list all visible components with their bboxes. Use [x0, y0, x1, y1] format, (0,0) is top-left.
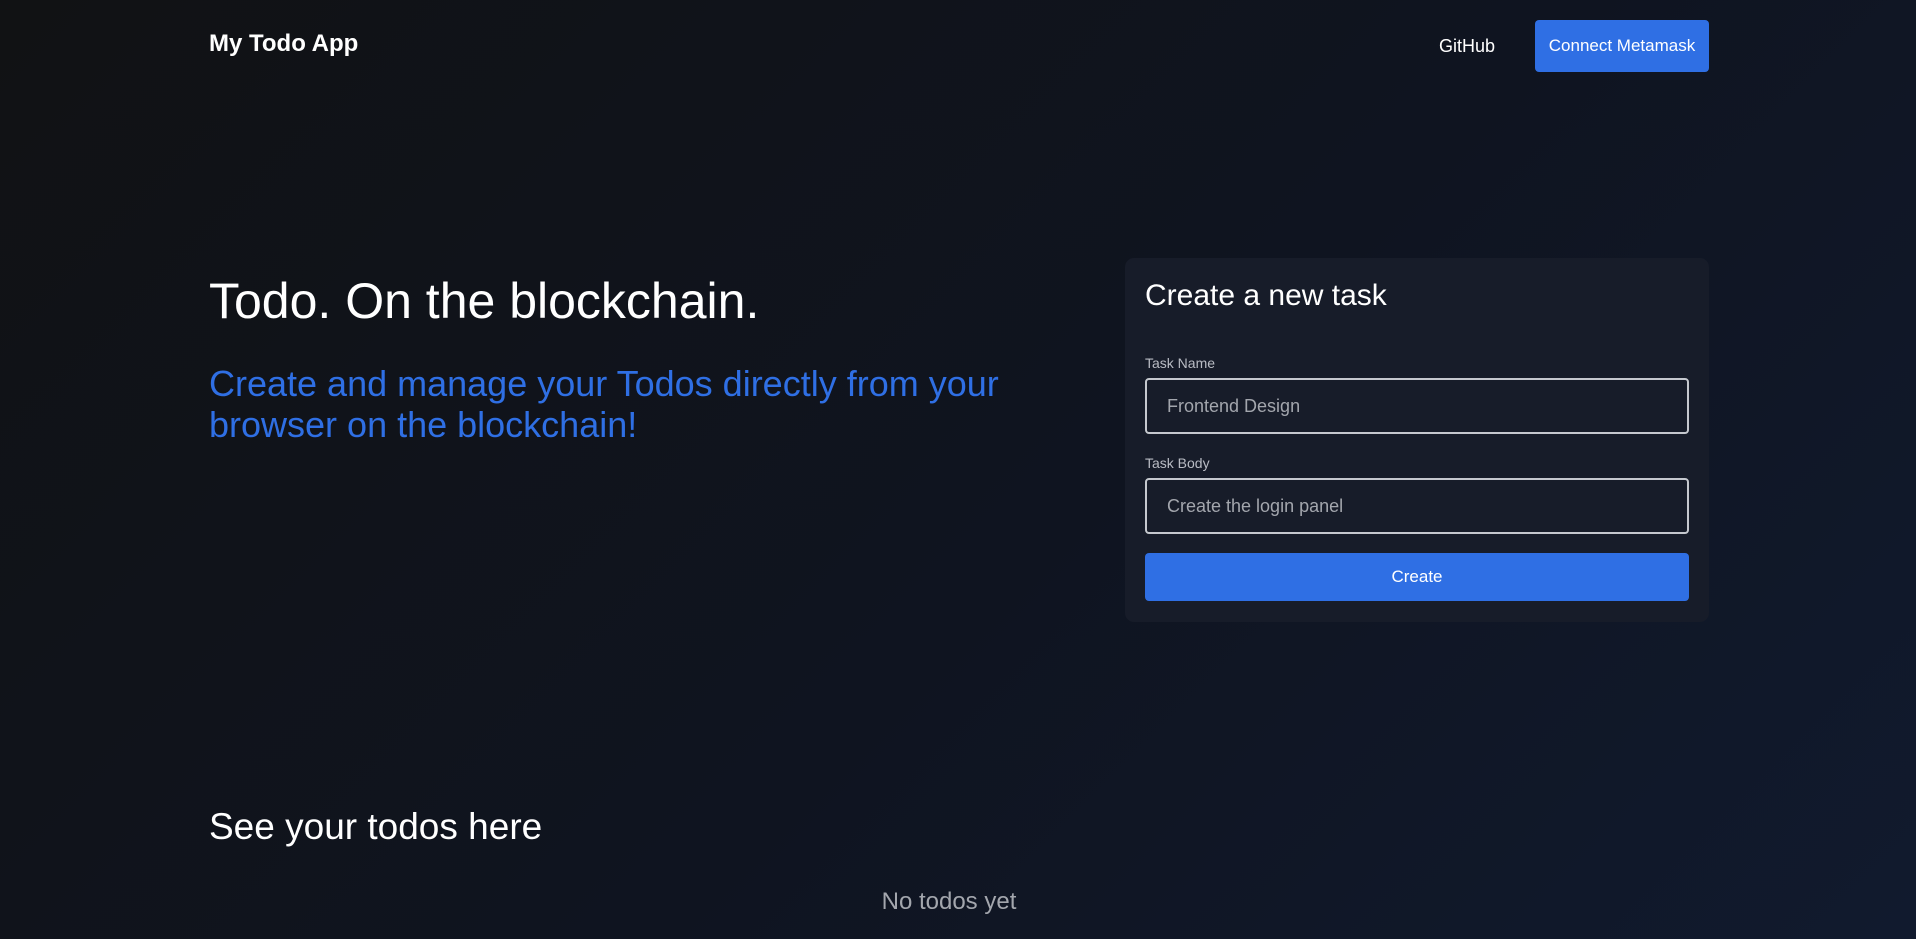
hero-subtitle: Create and manage your Todos directly fr…	[209, 363, 999, 445]
github-link[interactable]: GitHub	[1439, 36, 1495, 57]
todos-section-title: See your todos here	[209, 806, 543, 847]
create-task-title: Create a new task	[1145, 279, 1387, 312]
task-name-input[interactable]	[1145, 378, 1689, 434]
create-task-card: Create a new task Task Name Task Body Cr…	[1125, 258, 1709, 622]
connect-metamask-button[interactable]: Connect Metamask	[1535, 20, 1709, 72]
app-brand[interactable]: My Todo App	[209, 30, 358, 58]
task-body-label: Task Body	[1145, 455, 1210, 471]
create-task-button[interactable]: Create	[1145, 553, 1689, 601]
todos-empty-state: No todos yet	[881, 888, 1017, 915]
hero-title: Todo. On the blockchain.	[209, 273, 760, 329]
task-body-input[interactable]	[1145, 478, 1689, 534]
task-name-label: Task Name	[1145, 355, 1216, 371]
top-nav: My Todo App GitHub Connect Metamask	[0, 0, 1916, 92]
